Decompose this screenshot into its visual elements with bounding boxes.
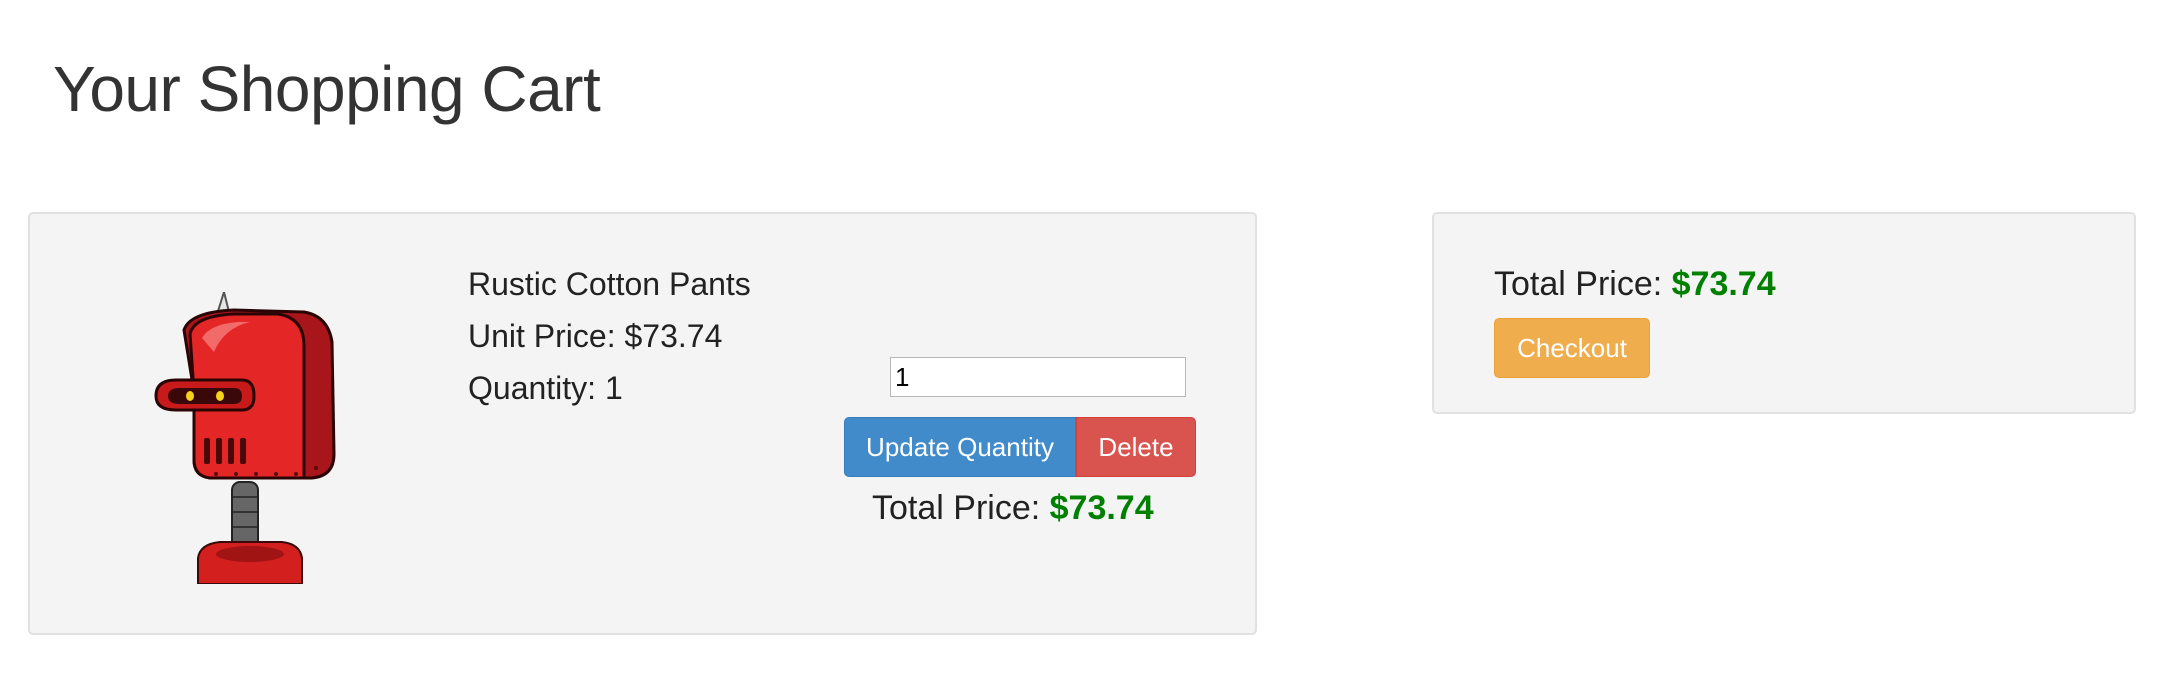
quantity-label: Quantity: 1: [468, 370, 623, 406]
summary-total-value: $73.74: [1671, 265, 1776, 303]
product-name: Rustic Cotton Pants: [468, 266, 751, 302]
product-info: Rustic Cotton Pants Unit Price: $73.74 Q…: [468, 258, 751, 414]
page-title: Your Shopping Cart: [53, 53, 601, 125]
summary-total-price: Total Price: $73.74: [1494, 258, 1776, 310]
quantity-input[interactable]: [890, 357, 1186, 397]
item-total-price: Total Price: $73.74: [872, 482, 1154, 534]
cart-item-panel: Rustic Cotton Pants Unit Price: $73.74 Q…: [28, 212, 1257, 635]
unit-price: Unit Price: $73.74: [468, 318, 723, 354]
cart-summary-panel: Total Price: $73.74 Checkout: [1432, 212, 2136, 414]
item-total-value: $73.74: [1049, 489, 1154, 527]
update-quantity-button[interactable]: Update Quantity: [844, 417, 1076, 477]
checkout-button[interactable]: Checkout: [1494, 318, 1650, 378]
product-image: [154, 292, 336, 584]
item-total-label: Total Price:: [872, 489, 1050, 527]
item-action-buttons: Update Quantity Delete: [844, 417, 1196, 477]
summary-total-label: Total Price:: [1494, 265, 1672, 303]
delete-button[interactable]: Delete: [1076, 417, 1196, 477]
